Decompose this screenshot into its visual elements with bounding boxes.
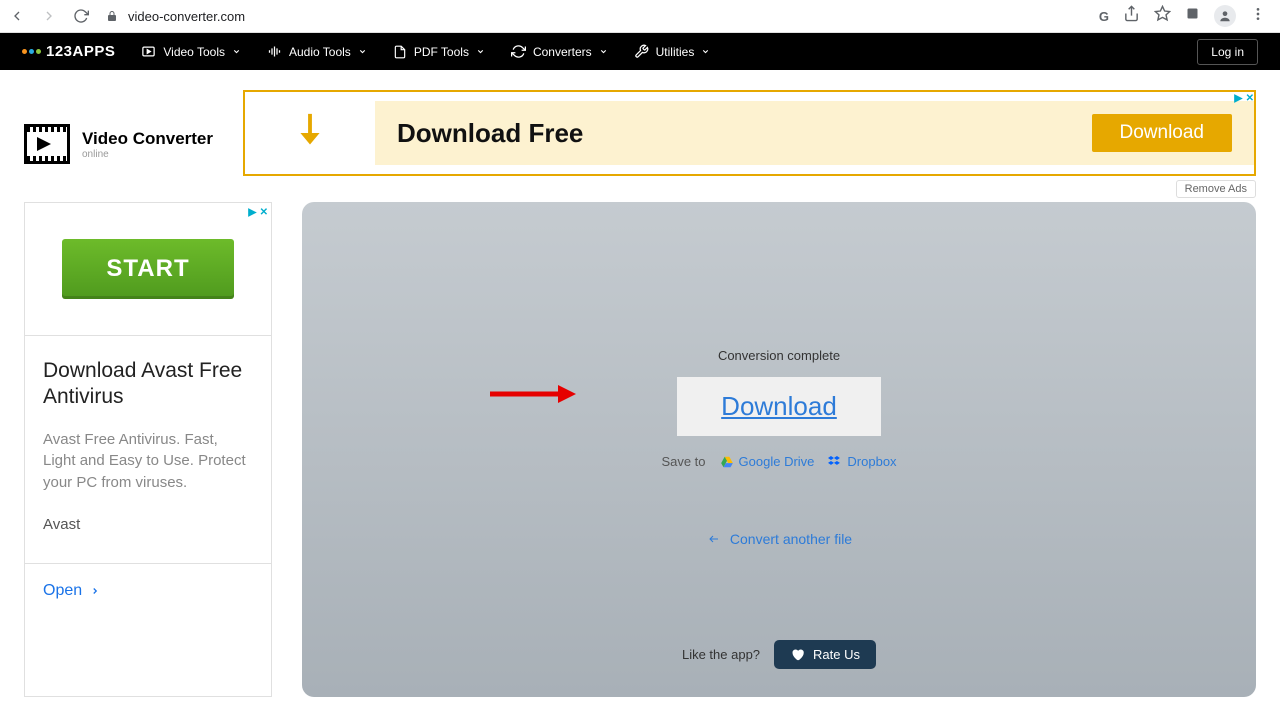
ad-body-text: Avast Free Antivirus. Fast, Light and Ea… [43,429,253,494]
adchoices-icon [1232,92,1245,105]
annotation-arrow-icon [488,382,578,406]
chevron-down-icon [599,47,608,56]
banner-ad[interactable]: Download Free Download [243,90,1256,176]
rate-us-button[interactable]: Rate Us [774,640,876,669]
chevron-down-icon [701,47,710,56]
menu-icon[interactable] [1250,6,1266,27]
star-icon[interactable] [1154,5,1171,27]
app-subtitle: online [82,149,213,160]
site-navbar: 123APPS Video Tools Audio Tools PDF Tool… [0,33,1280,70]
nav-video-tools[interactable]: Video Tools [141,44,241,59]
brand-logo[interactable]: 123APPS [22,43,115,60]
reload-icon[interactable] [72,7,90,25]
chevron-right-icon [90,586,100,596]
address-bar[interactable]: video-converter.com [106,9,1099,24]
chevron-down-icon [232,47,241,56]
login-button[interactable]: Log in [1197,39,1258,65]
audio-icon [267,44,282,59]
download-button[interactable]: Download [677,377,881,436]
arrow-left-icon [706,533,722,545]
save-dropbox[interactable]: Dropbox [828,454,896,469]
brand-dots-icon [22,49,41,54]
ad-open-button[interactable]: Open [43,582,253,600]
save-google-drive[interactable]: Google Drive [720,454,815,469]
banner-cta-button[interactable]: Download [1092,114,1233,152]
download-arrow-icon [287,105,333,161]
app-logo-icon [24,124,70,164]
tools-icon [634,44,649,59]
share-icon[interactable] [1123,5,1140,27]
adchoices-badge[interactable]: ✕ [1232,92,1254,105]
ad-close-icon[interactable]: ✕ [260,207,268,218]
lock-icon [106,10,118,22]
chevron-down-icon [476,47,485,56]
url-text: video-converter.com [128,9,245,24]
document-icon [393,45,407,59]
ad-close-icon[interactable]: ✕ [1246,93,1254,104]
google-drive-icon [720,455,734,469]
browser-toolbar: video-converter.com G [0,0,1280,33]
extensions-icon[interactable] [1185,6,1200,26]
like-label: Like the app? [682,647,760,662]
status-text: Conversion complete [718,348,840,363]
nav-converters[interactable]: Converters [511,44,608,59]
remove-ads-button[interactable]: Remove Ads [1176,180,1256,198]
play-icon [141,44,156,59]
ad-heading: Download Avast Free Antivirus [43,358,253,411]
forward-icon[interactable] [40,7,58,25]
brand-text: 123APPS [46,43,115,60]
nav-pdf-tools[interactable]: PDF Tools [393,45,485,59]
chevron-down-icon [358,47,367,56]
google-icon[interactable]: G [1099,9,1109,24]
profile-icon[interactable] [1214,5,1236,27]
convert-icon [511,44,526,59]
ad-start-button[interactable]: START [62,239,233,299]
banner-headline: Download Free [397,118,583,149]
app-header: Video Converter online [24,90,213,176]
sidebar-ad: ✕ START Download Avast Free Antivirus Av… [24,202,272,697]
ad-brand-text: Avast [43,516,253,533]
back-icon[interactable] [8,7,26,25]
adchoices-badge[interactable]: ✕ [246,206,268,219]
converter-panel: Conversion complete Download Save to Goo… [302,202,1256,697]
convert-another-link[interactable]: Convert another file [706,531,852,547]
nav-audio-tools[interactable]: Audio Tools [267,44,367,59]
dropbox-icon [828,455,842,469]
adchoices-icon [246,206,259,219]
app-title: Video Converter [82,129,213,149]
save-to-label: Save to [661,454,705,469]
nav-utilities[interactable]: Utilities [634,44,711,59]
download-link-text: Download [721,391,837,421]
heart-icon [790,647,805,662]
